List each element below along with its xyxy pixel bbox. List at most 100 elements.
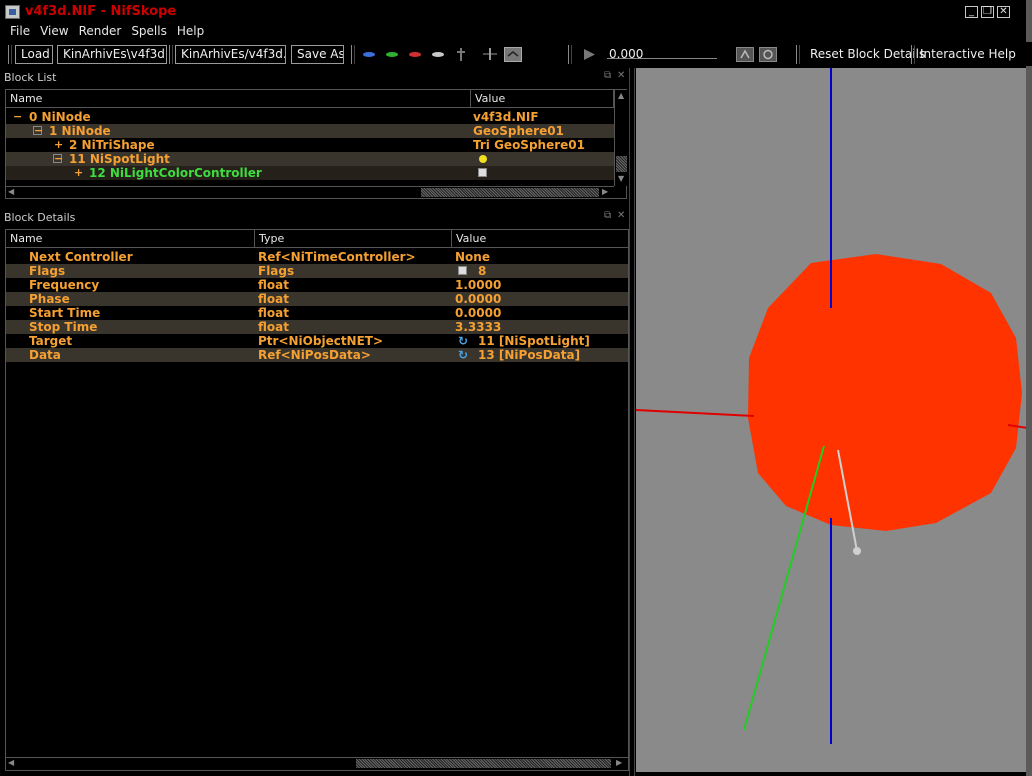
menu-bar: File View Render Spells Help: [0, 24, 800, 40]
dock-close-icon[interactable]: ✕: [617, 210, 625, 221]
load-button[interactable]: Load: [15, 45, 53, 64]
app-icon: [5, 5, 20, 19]
detail-row-frequency[interactable]: Frequency float 1.0000: [6, 278, 628, 292]
column-header-name[interactable]: Name: [6, 90, 471, 108]
close-button[interactable]: ✕: [997, 6, 1010, 18]
menu-file[interactable]: File: [6, 24, 34, 40]
scroll-left-icon[interactable]: ◀: [8, 758, 14, 768]
toolbar-grip[interactable]: [8, 45, 12, 64]
block-list-vscroll[interactable]: ▲ ▼: [614, 90, 628, 186]
field-type: float: [258, 278, 289, 292]
scroll-down-icon[interactable]: ▼: [618, 174, 624, 184]
field-value[interactable]: 3.3333: [455, 320, 625, 334]
reset-block-details-button[interactable]: Reset Block Details: [810, 46, 925, 63]
field-name: Phase: [29, 292, 70, 306]
column-header-value[interactable]: Value: [471, 90, 614, 108]
save-as-button[interactable]: Save As: [291, 45, 344, 64]
render-viewport[interactable]: [636, 68, 1026, 772]
field-type: Ptr<NiObjectNET>: [258, 334, 384, 348]
scroll-thumb[interactable]: [616, 156, 627, 172]
tree-row-0[interactable]: − 0 NiNode v4f3d.NIF: [6, 110, 614, 124]
screen-edge: [1026, 0, 1032, 776]
menu-render[interactable]: Render: [75, 24, 126, 40]
field-value[interactable]: 8: [478, 264, 618, 278]
scroll-right-icon[interactable]: ▶: [602, 187, 608, 197]
scroll-up-icon[interactable]: ▲: [618, 91, 624, 101]
window-title: v4f3d.NIF - NifSkope: [25, 4, 177, 19]
field-value[interactable]: 0.0000: [455, 306, 625, 320]
play-icon[interactable]: [580, 47, 598, 62]
detail-row-stop-time[interactable]: Stop Time float 3.3333: [6, 320, 628, 334]
block-details-title: Block Details: [4, 211, 76, 224]
load-anim-icon[interactable]: [736, 47, 754, 62]
toolbar-grip: [796, 45, 800, 64]
detail-row-next-controller[interactable]: Next Controller Ref<NiTimeController> No…: [6, 250, 628, 264]
block-name: 11 NiSpotLight: [69, 152, 170, 166]
link-icon[interactable]: ↻: [458, 348, 470, 362]
field-value[interactable]: None: [455, 250, 625, 264]
spot-light-marker: [853, 547, 861, 555]
column-header-value[interactable]: Value: [452, 230, 629, 248]
walk-icon[interactable]: [481, 47, 499, 62]
field-name: Frequency: [29, 278, 100, 292]
toolbar-grip: [568, 45, 572, 64]
pivot-icon[interactable]: [452, 47, 470, 62]
scroll-left-icon[interactable]: ◀: [8, 187, 14, 197]
field-type: Ref<NiTimeController>: [258, 250, 416, 264]
dock-float-icon[interactable]: ⧉: [604, 70, 611, 81]
detail-row-data[interactable]: Data Ref<NiPosData> ↻ 13 [NiPosData]: [6, 348, 628, 362]
link-icon[interactable]: ↻: [458, 334, 470, 348]
block-details-hscroll[interactable]: ◀ ▶: [6, 757, 628, 769]
view-user-icon[interactable]: [429, 47, 447, 62]
expand-icon[interactable]: +: [74, 166, 83, 180]
dock-close-icon[interactable]: ✕: [617, 70, 625, 81]
collapse-icon[interactable]: −: [33, 125, 43, 136]
flag-icon: [478, 168, 487, 177]
field-value[interactable]: 13 [NiPosData]: [478, 348, 623, 362]
detail-row-target[interactable]: Target Ptr<NiObjectNET> ↻ 11 [NiSpotLigh…: [6, 334, 628, 348]
scroll-thumb[interactable]: [356, 759, 611, 768]
panel-splitter[interactable]: [629, 68, 635, 776]
detail-row-flags[interactable]: Flags Flags 8: [6, 264, 628, 278]
tree-row-selected[interactable]: + 12 NiLightColorController: [6, 166, 614, 180]
tree-row-1[interactable]: − 1 NiNode GeoSphere01: [6, 124, 614, 138]
scroll-right-icon[interactable]: ▶: [616, 758, 622, 768]
view-top-icon[interactable]: [383, 47, 401, 62]
toolbar-grip: [911, 45, 915, 64]
block-list-hscroll[interactable]: ◀ ▶: [6, 186, 614, 198]
field-value[interactable]: 1.0000: [455, 278, 625, 292]
minimize-button[interactable]: _: [965, 6, 978, 18]
field-type: float: [258, 320, 289, 334]
field-value[interactable]: 0.0000: [455, 292, 625, 306]
flip-icon[interactable]: [504, 47, 522, 62]
expand-icon[interactable]: +: [54, 138, 63, 152]
detail-row-start-time[interactable]: Start Time float 0.0000: [6, 306, 628, 320]
flag-icon: [458, 266, 467, 275]
column-header-type[interactable]: Type: [255, 230, 452, 248]
menu-view[interactable]: View: [36, 24, 72, 40]
detail-row-phase[interactable]: Phase float 0.0000: [6, 292, 628, 306]
loop-icon[interactable]: [759, 47, 777, 62]
save-path-input[interactable]: KinArhivEs/v4f3d.NIF: [175, 45, 286, 64]
collapse-icon[interactable]: −: [53, 153, 63, 164]
interactive-help-button[interactable]: Interactive Help: [920, 46, 1016, 63]
block-value: v4f3d.NIF: [473, 110, 539, 124]
field-name: Data: [29, 348, 61, 362]
column-header-name[interactable]: Name: [6, 230, 255, 248]
scroll-thumb[interactable]: [421, 188, 599, 197]
tree-row-2[interactable]: + 2 NiTriShape Tri GeoSphere01: [6, 138, 614, 152]
load-path-input[interactable]: KinArhivEs\v4f3d.NIF: [57, 45, 167, 64]
field-value[interactable]: 11 [NiSpotLight]: [478, 334, 623, 348]
view-front-icon[interactable]: [360, 47, 378, 62]
dock-float-icon[interactable]: ⧉: [604, 210, 611, 221]
menu-spells[interactable]: Spells: [127, 24, 171, 40]
block-name: 0 NiNode: [29, 110, 91, 124]
restore-button[interactable]: ❐: [981, 6, 994, 18]
view-side-icon[interactable]: [406, 47, 424, 62]
field-type: float: [258, 306, 289, 320]
time-slider[interactable]: [607, 56, 717, 59]
collapse-icon[interactable]: −: [13, 110, 22, 124]
menu-help[interactable]: Help: [173, 24, 208, 40]
tree-row-3[interactable]: − 11 NiSpotLight: [6, 152, 614, 166]
geosphere-mesh: [748, 254, 1022, 531]
